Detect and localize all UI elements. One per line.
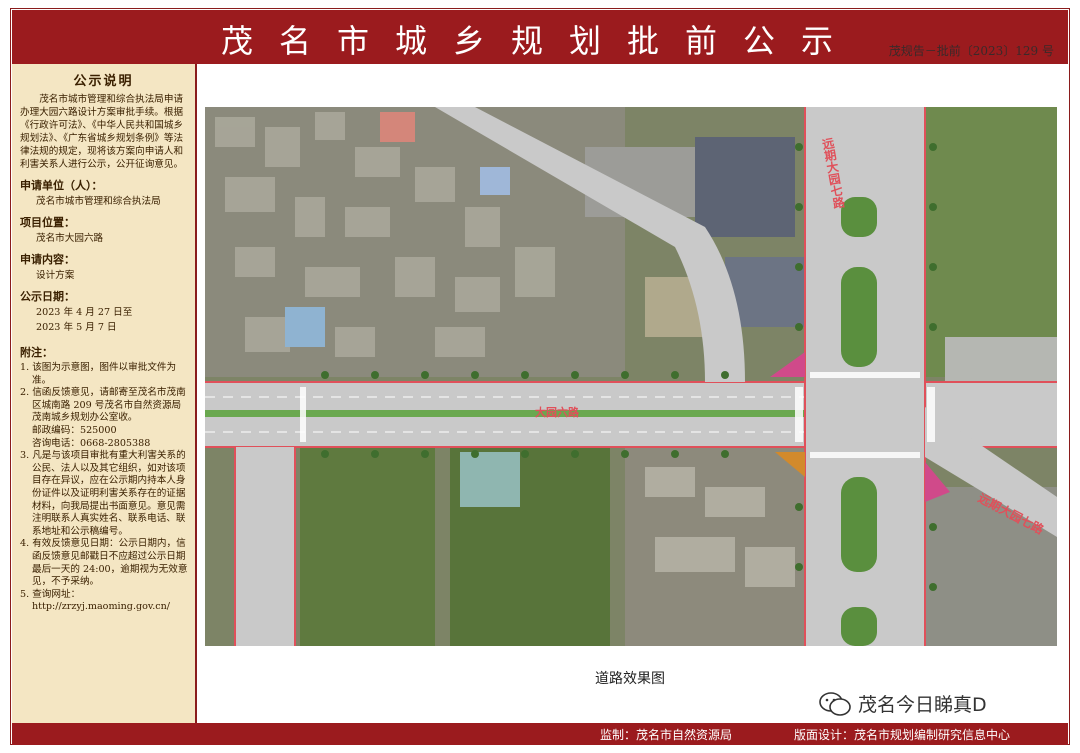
query-url-link[interactable]: http://zrzyj.maoming.gov.cn/ [20, 601, 189, 614]
notes-list: 1. 该图为示意图，图件以审批文件为准。 2. 信函反馈意见，请邮寄至茂名市茂南… [12, 360, 195, 614]
note-item: 4. 有效反馈意见日期：公示日期内，信函反馈意见邮戳日不应超过公示日期最后一天的… [20, 538, 188, 588]
road-rendering-map: 远期大园七路 大园六路 远期大园七路 [205, 107, 1057, 646]
note-item: 5. 查询网址： [20, 588, 81, 600]
road-label: 大园六路 [535, 406, 579, 419]
map-caption: 道路效果图 [595, 671, 665, 687]
supervisor-text: 监制：茂名市自然资源局 [600, 728, 733, 742]
watermark-text: 茂名今日睇真D [858, 694, 987, 716]
watermark: 茂名今日睇真D [818, 690, 987, 717]
phone: 咨询电话：0668-2805388 [32, 437, 151, 449]
content-value: 设计方案 [36, 270, 75, 281]
applicant-value: 茂名市城市管理和综合执法局 [36, 196, 161, 207]
postcode: 邮政编码：525000 [32, 424, 117, 436]
map-svg [205, 107, 1057, 646]
footer-bar: 监制：茂名市自然资源局 版面设计：茂名市规划编制研究信息中心 [12, 723, 1068, 745]
designer-text: 版面设计：茂名市规划编制研究信息中心 [794, 728, 1011, 742]
location-value: 茂名市大园六路 [36, 233, 104, 244]
date-label: 公示日期： [20, 290, 75, 303]
date-to: 2023 年 5 月 7 日 [36, 322, 117, 333]
location-label: 项目位置： [20, 216, 75, 229]
note-item: 2. 信函反馈意见，请邮寄至茂名市茂南区城南路 209 号茂名市自然资源局茂南城… [20, 387, 186, 424]
document-number: 茂规告－批前〔2023〕129 号 [888, 44, 1054, 58]
notice-panel: 公示说明 茂名市城市管理和综合执法局申请办理大园六路设计方案审批手续。根据《行政… [12, 64, 197, 723]
note-item: 3. 凡是与该项目审批有重大利害关系的公民、法人以及其它组织，如对该项目存在异议… [20, 450, 186, 537]
applicant-label: 申请单位（人）： [20, 179, 103, 192]
notice-intro: 茂名市城市管理和综合执法局申请办理大园六路设计方案审批手续。根据《行政许可法》、… [20, 94, 184, 170]
notes-label: 附注： [20, 346, 53, 359]
content-label: 申请内容： [20, 253, 75, 266]
notice-heading: 公示说明 [73, 74, 134, 89]
date-from: 2023 年 4 月 27 日至 [36, 307, 133, 318]
wechat-icon [819, 691, 851, 716]
note-item: 1. 该图为示意图，图件以审批文件为准。 [20, 362, 177, 386]
